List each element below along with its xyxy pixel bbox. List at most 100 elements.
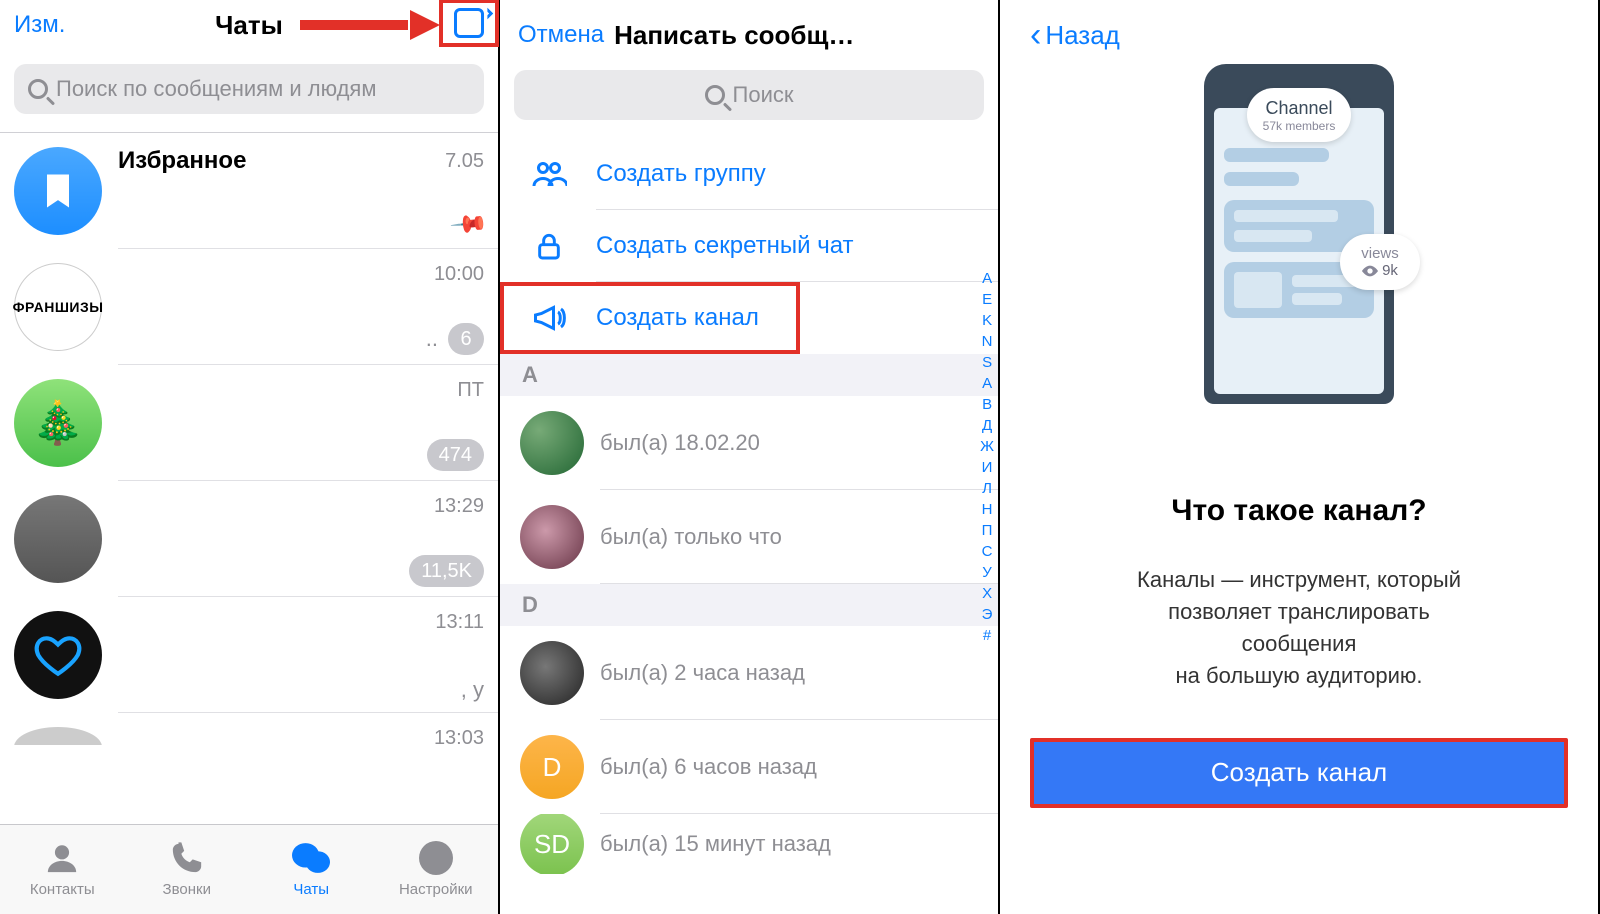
index-letter[interactable]: А — [980, 375, 994, 392]
action-label: Создать группу — [596, 160, 766, 188]
contact-status: был(а) 18.02.20 — [600, 430, 760, 456]
index-letter[interactable]: K — [980, 312, 994, 329]
chat-time: 7.05 — [445, 150, 484, 173]
megaphone-icon — [528, 300, 570, 336]
action-label: Создать канал — [596, 304, 759, 332]
action-create-channel[interactable]: Создать канал — [500, 282, 800, 354]
chat-row[interactable]: 🎄 ПТ 474 — [0, 365, 498, 481]
phone-icon — [170, 841, 204, 875]
compose-button-highlight — [439, 0, 499, 47]
unread-badge: 6 — [448, 323, 484, 355]
chat-row[interactable]: 13:29 11,5K — [0, 481, 498, 597]
contact-row[interactable]: был(а) только что — [500, 490, 998, 584]
action-create-group[interactable]: Создать группу — [500, 138, 998, 210]
cancel-button[interactable]: Отмена — [518, 21, 604, 49]
tab-contacts[interactable]: Контакты — [0, 825, 125, 914]
action-create-secret-chat[interactable]: Создать секретный чат — [500, 210, 998, 282]
chat-time: 13:29 — [434, 495, 484, 518]
avatar — [14, 611, 102, 699]
tab-settings[interactable]: Настройки — [374, 825, 499, 914]
tab-bar: Контакты Звонки Чаты Настройки — [0, 824, 498, 914]
chat-row[interactable]: Избранное 7.05 📌 — [0, 133, 498, 249]
index-letter[interactable]: # — [980, 627, 994, 644]
new-message-search[interactable]: Поиск — [514, 70, 984, 120]
tab-calls[interactable]: Звонки — [125, 825, 250, 914]
index-letter[interactable]: Л — [980, 480, 994, 497]
chat-row[interactable]: 13:03 — [0, 713, 498, 745]
panel-new-message: Отмена Написать сообщ… Поиск Создать гру… — [500, 0, 1000, 914]
avatar — [520, 411, 584, 475]
avatar — [520, 505, 584, 569]
avatar: D — [520, 735, 584, 799]
search-icon — [705, 85, 725, 105]
panel-chats: Изм. Чаты Поиск по сообщениям и людям Из… — [0, 0, 500, 914]
contact-status: был(а) 15 минут назад — [600, 831, 831, 857]
index-letter[interactable]: Н — [980, 501, 994, 518]
tab-chats[interactable]: Чаты — [249, 825, 374, 914]
index-letter[interactable]: С — [980, 543, 994, 560]
contact-status: был(а) 6 часов назад — [600, 754, 817, 780]
index-letter[interactable]: В — [980, 396, 994, 413]
section-header-a: A — [500, 354, 998, 396]
index-letter[interactable]: Э — [980, 606, 994, 623]
index-letter[interactable]: Х — [980, 585, 994, 602]
chevron-left-icon: ‹ — [1030, 18, 1041, 52]
new-message-title: Написать сообщ… — [614, 20, 854, 51]
contact-row[interactable]: был(а) 18.02.20 — [500, 396, 998, 490]
section-header-d: D — [500, 584, 998, 626]
index-letter[interactable]: Д — [980, 417, 994, 434]
contact-row[interactable]: SD был(а) 15 минут назад — [500, 814, 998, 874]
group-icon — [528, 156, 570, 192]
index-letter[interactable]: S — [980, 354, 994, 371]
unread-badge: 11,5K — [409, 555, 484, 587]
lock-icon — [528, 230, 570, 262]
chats-header: Изм. Чаты — [0, 0, 498, 50]
search-placeholder: Поиск по сообщениям и людям — [56, 76, 376, 102]
avatar-saved-icon — [14, 147, 102, 235]
index-letter[interactable]: N — [980, 333, 994, 350]
index-letter[interactable]: E — [980, 291, 994, 308]
avatar: SD — [520, 814, 584, 874]
chat-name: Избранное — [118, 147, 445, 175]
person-icon — [45, 841, 79, 875]
index-letter[interactable]: И — [980, 459, 994, 476]
channel-description: Каналы — инструмент, который позволяет т… — [1137, 564, 1461, 692]
chats-search[interactable]: Поиск по сообщениям и людям — [14, 64, 484, 114]
chat-time: ПТ — [457, 379, 484, 402]
eye-icon — [1362, 265, 1378, 277]
alpha-index[interactable]: AEKNSАВДЖИЛНПСУХЭ # — [980, 270, 994, 644]
new-message-header: Отмена Написать сообщ… — [500, 0, 998, 70]
unread-badge: 474 — [427, 439, 484, 471]
index-letter[interactable]: П — [980, 522, 994, 539]
create-channel-button[interactable]: Создать канал — [1030, 738, 1568, 808]
chat-list: Избранное 7.05 📌 ФРАНШИЗЫ 10:00 .. 6 — [0, 132, 498, 824]
chat-time: 13:11 — [435, 611, 484, 634]
index-letter[interactable]: У — [980, 564, 994, 581]
search-icon — [28, 79, 48, 99]
channel-heading: Что такое канал? — [1171, 494, 1426, 528]
search-placeholder: Поиск — [733, 82, 794, 108]
avatar — [14, 727, 102, 745]
index-letter[interactable]: Ж — [980, 438, 994, 455]
contact-row[interactable]: D был(а) 6 часов назад — [500, 720, 998, 814]
chat-row[interactable]: ФРАНШИЗЫ 10:00 .. 6 — [0, 249, 498, 365]
chat-preview: , у — [461, 677, 484, 703]
chat-time: 10:00 — [434, 263, 484, 286]
chat-preview: .. — [426, 326, 438, 352]
compose-icon[interactable] — [454, 8, 484, 38]
panel-channel-intro: ‹ Назад Channel 57k members vi — [1000, 0, 1600, 914]
channel-illustration: Channel 57k members views 9k — [1204, 64, 1394, 404]
avatar — [520, 641, 584, 705]
chat-time: 13:03 — [434, 727, 484, 745]
avatar — [14, 495, 102, 583]
back-button[interactable]: ‹ Назад — [1030, 0, 1120, 70]
badge-channel: Channel 57k members — [1247, 88, 1351, 142]
pin-icon: 📌 — [448, 204, 490, 245]
contact-status: был(а) только что — [600, 524, 782, 550]
chat-row[interactable]: 13:11 , у — [0, 597, 498, 713]
contact-status: был(а) 2 часа назад — [600, 660, 805, 686]
chats-title: Чаты — [215, 10, 283, 41]
contact-row[interactable]: был(а) 2 часа назад — [500, 626, 998, 720]
edit-link[interactable]: Изм. — [14, 11, 65, 39]
index-letter[interactable]: A — [980, 270, 994, 287]
